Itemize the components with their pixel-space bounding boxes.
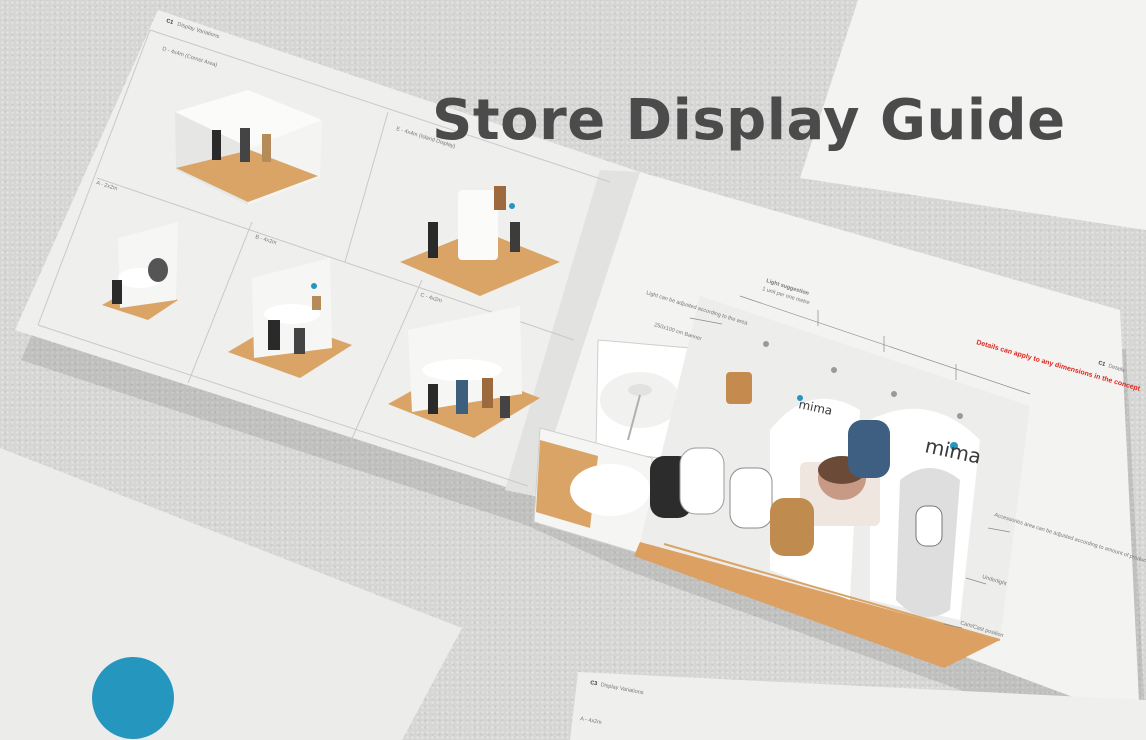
blue-circle-decoration [92, 657, 174, 739]
bottom-left-sheet [0, 448, 462, 740]
page-title: Store Display Guide [432, 88, 1066, 153]
photo-scene: C1 Display Variations D - 4x4m (Corner A… [0, 0, 1146, 740]
